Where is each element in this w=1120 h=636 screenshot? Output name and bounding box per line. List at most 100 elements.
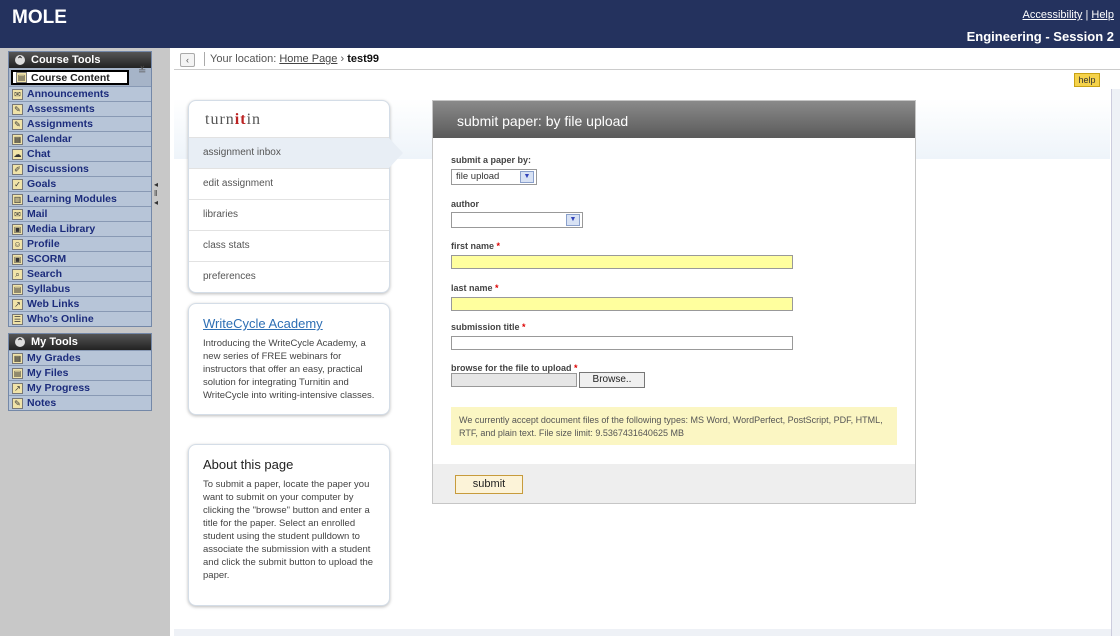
session-title: Engineering - Session 2 xyxy=(966,29,1114,44)
sidebar-item-label: Assignments xyxy=(27,118,93,130)
chevron-down-icon: ▼ xyxy=(520,171,534,183)
sidebar-item-my-files[interactable]: ▤ My Files xyxy=(9,365,151,380)
sidebar-item-goals[interactable]: ✓ Goals xyxy=(9,176,151,191)
sidebar-item-my-progress[interactable]: ↗ My Progress xyxy=(9,380,151,395)
nav-assignment-inbox[interactable]: assignment inbox xyxy=(189,137,403,168)
profile-icon: ☺ xyxy=(12,238,23,250)
notes-icon: ✎ xyxy=(12,397,23,409)
last-name-input[interactable] xyxy=(451,297,793,311)
help-bar: help xyxy=(174,71,1120,89)
mail-icon: ✉ xyxy=(12,208,23,220)
form-footer: submit xyxy=(433,464,915,503)
top-header: MOLE Accessibility | Help Engineering - … xyxy=(0,0,1120,48)
sidebar-item-mail[interactable]: ✉ Mail xyxy=(9,206,151,221)
turnitin-logo: turnitin xyxy=(205,111,262,128)
help-button[interactable]: help xyxy=(1074,73,1100,87)
media-library-icon: ▣ xyxy=(12,223,23,235)
sidebar-item-chat[interactable]: ☁ Chat xyxy=(9,146,151,161)
about-title: About this page xyxy=(203,457,294,472)
search-icon: ⌕ xyxy=(12,268,23,280)
my-tools-header[interactable]: ⌃ My Tools xyxy=(9,334,151,350)
my-tools-title: My Tools xyxy=(31,336,78,348)
scorm-icon: ▣ xyxy=(12,253,23,265)
sidebar-item-media-library[interactable]: ▣ Media Library xyxy=(9,221,151,236)
sidebar-item-profile[interactable]: ☺ Profile xyxy=(9,236,151,251)
sidebar-item-search[interactable]: ⌕ Search xyxy=(9,266,151,281)
collapse-icon: ⌃ xyxy=(15,337,25,347)
submit-by-select[interactable]: file upload ▼ xyxy=(451,169,537,185)
horizontal-scrollbar[interactable] xyxy=(174,629,1111,636)
last-name-label: last name * xyxy=(451,283,499,293)
announcements-icon: ✉ xyxy=(12,88,23,100)
turnitin-nav: turnitin assignment inbox edit assignmen… xyxy=(188,100,403,293)
nav-class-stats[interactable]: class stats xyxy=(189,230,389,261)
sidebar-item-label: Web Links xyxy=(27,298,80,310)
sidebar-collapse-handle[interactable]: ◂ ‖ ◂ xyxy=(154,180,164,210)
sidebar-item-label: Mail xyxy=(27,208,48,220)
about-text: To submit a paper, locate the paper you … xyxy=(203,479,374,581)
writecycle-link[interactable]: WriteCycle Academy xyxy=(203,316,375,331)
submission-title-input[interactable] xyxy=(451,336,793,350)
sidebar-item-discussions[interactable]: ✐ Discussions xyxy=(9,161,151,176)
nav-preferences[interactable]: preferences xyxy=(189,261,389,292)
help-link[interactable]: Help xyxy=(1091,9,1114,21)
sidebar-item-syllabus[interactable]: ▤ Syllabus xyxy=(9,281,151,296)
sidebar-item-label: Assessments xyxy=(27,103,95,115)
nav-edit-assignment[interactable]: edit assignment xyxy=(189,168,389,199)
sidebar-item-assessments[interactable]: ✎ Assessments xyxy=(9,101,151,116)
breadcrumb-current: test99 xyxy=(347,53,380,65)
sidebar-item-label: Learning Modules xyxy=(27,193,117,205)
form-title: submit paper: by file upload xyxy=(433,101,915,138)
writecycle-text: Introducing the WriteCycle Academy, a ne… xyxy=(203,338,375,401)
sidebar-item-label: Who's Online xyxy=(27,313,94,325)
browse-button[interactable]: Browse.. xyxy=(579,372,645,388)
file-path-input[interactable] xyxy=(451,373,577,387)
course-content-icon: ▤ xyxy=(16,72,27,83)
accessibility-link[interactable]: Accessibility xyxy=(1022,9,1082,21)
sidebar-item-announcements[interactable]: ✉ Announcements xyxy=(9,86,151,101)
course-tools-header[interactable]: ⌃ Course Tools xyxy=(9,52,151,68)
my-tools-list: ▦ My Grades ▤ My Files ↗ My Progress ✎ Notes xyxy=(9,350,151,410)
web-links-icon: ↗ xyxy=(12,298,23,310)
submit-button[interactable]: submit xyxy=(455,475,523,494)
sidebar-item-notes[interactable]: ✎ Notes xyxy=(9,395,151,410)
sidebar-item-label: Goals xyxy=(27,178,57,190)
chevron-down-icon: ▼ xyxy=(566,214,580,226)
first-name-input[interactable] xyxy=(451,255,793,269)
sidebar-item-label: Media Library xyxy=(27,223,96,235)
sidebar-item-who-s-online[interactable]: ☰ Who's Online xyxy=(9,311,151,326)
sidebar-item-scorm[interactable]: ▣ SCORM xyxy=(9,251,151,266)
chat-icon: ☁ xyxy=(12,148,23,160)
breadcrumb: ‹ Your location: Home Page › test99 xyxy=(174,48,1120,70)
sidebar-item-learning-modules[interactable]: ▥ Learning Modules xyxy=(9,191,151,206)
sidebar-item-label: Syllabus xyxy=(27,283,71,295)
sidebar-item-label: Discussions xyxy=(27,163,89,175)
back-icon[interactable]: ‹ xyxy=(180,53,195,67)
sidebar-item-course-content[interactable]: ▤ Course Content xyxy=(11,70,129,85)
my-tools-group: ⌃ My Tools ▦ My Grades ▤ My Files ↗ My Progres… xyxy=(8,333,152,411)
sidebar-item-label: My Files xyxy=(27,367,69,379)
sidebar-item-my-grades[interactable]: ▦ My Grades xyxy=(9,350,151,365)
sidebar-item-calendar[interactable]: ▦ Calendar xyxy=(9,131,151,146)
vertical-scrollbar[interactable] xyxy=(1111,89,1120,636)
header-links: Accessibility | Help xyxy=(1022,9,1114,21)
chevron-down-icon[interactable]: ≚ xyxy=(138,66,146,77)
nav-libraries[interactable]: libraries xyxy=(189,199,389,230)
sidebar-item-assignments[interactable]: ✎ Assignments xyxy=(9,116,151,131)
first-name-label: first name * xyxy=(451,241,501,251)
breadcrumb-prefix: Your location: xyxy=(210,53,277,65)
breadcrumb-path: Your location: Home Page › test99 xyxy=(210,53,379,65)
assignments-icon: ✎ xyxy=(12,118,23,130)
submit-by-label: submit a paper by: xyxy=(451,155,532,165)
sidebar-item-web-links[interactable]: ↗ Web Links xyxy=(9,296,151,311)
sidebar-item-label: Notes xyxy=(27,397,57,409)
my-files-icon: ▤ xyxy=(12,367,23,379)
my-grades-icon: ▦ xyxy=(12,352,23,364)
sidebar-item-label: My Grades xyxy=(27,352,81,364)
author-select[interactable]: ▼ xyxy=(451,212,583,228)
course-tools-list: ▤ Course Content ✉ Announcements ✎ Assessment… xyxy=(9,70,151,326)
calendar-icon: ▦ xyxy=(12,133,23,145)
course-tools-group: ⌃ Course Tools ▤ Course Content ✉ Announceme… xyxy=(8,51,152,327)
sidebar-item-label: Announcements xyxy=(27,88,110,100)
breadcrumb-home-link[interactable]: Home Page xyxy=(279,53,337,65)
